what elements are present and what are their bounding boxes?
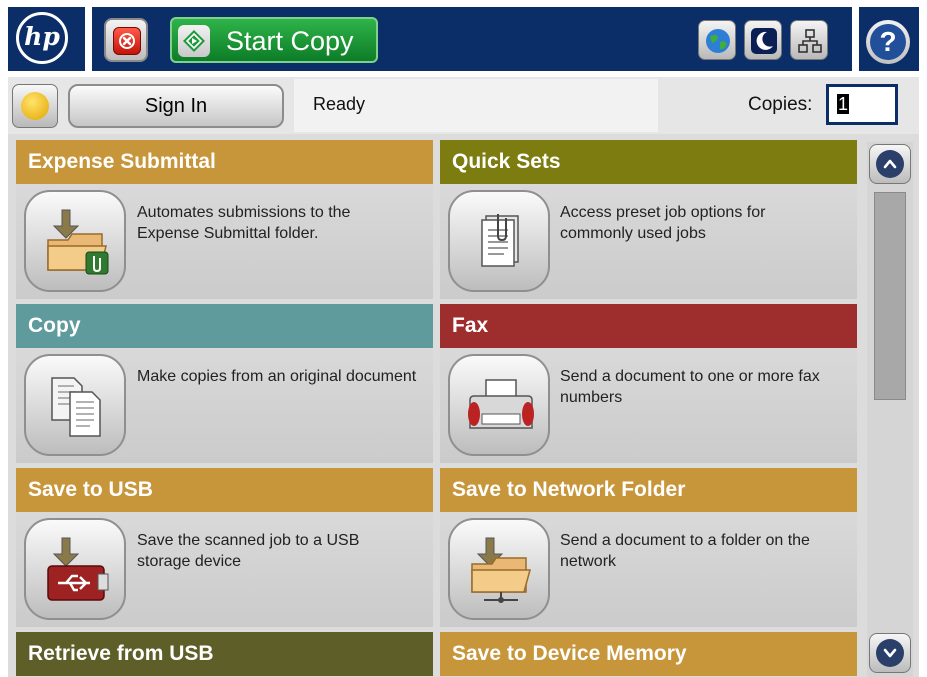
stop-icon (113, 27, 141, 55)
scrollbar-thumb[interactable] (874, 192, 906, 400)
sign-in-button[interactable]: Sign In (68, 84, 284, 128)
tile-header-quick-sets[interactable]: Quick Sets (440, 140, 857, 184)
home-icon (21, 92, 49, 120)
start-copy-button[interactable]: Start Copy (170, 17, 378, 63)
tile-description: Save the scanned job to a USB storage de… (137, 532, 360, 570)
network-folder-icon[interactable] (448, 518, 550, 620)
tile-header-save-to-network-folder[interactable]: Save to Network Folder (440, 468, 857, 512)
usb-icon[interactable] (24, 518, 126, 620)
tile-description: Automates submissions to the Expense Sub… (137, 204, 351, 242)
tile-description: Send a document to one or more fax numbe… (560, 368, 820, 406)
fax-icon[interactable] (448, 354, 550, 456)
scroll-up-button[interactable] (869, 144, 911, 184)
divider (85, 7, 92, 71)
tile-description: Access preset job options for commonly u… (560, 204, 766, 242)
sleep-button[interactable] (744, 20, 782, 60)
network-button[interactable] (790, 20, 828, 60)
copy-icon[interactable] (24, 354, 126, 456)
start-copy-label: Start Copy (226, 26, 354, 56)
divider (852, 7, 859, 71)
document-icon[interactable] (448, 190, 550, 292)
stop-button[interactable] (104, 18, 148, 62)
status-text: Ready (313, 94, 366, 114)
scroll-down-icon (876, 639, 904, 667)
tile-header-fax[interactable]: Fax (440, 304, 857, 348)
tile-header-expense-submittal[interactable]: Expense Submittal (16, 140, 433, 184)
home-button[interactable] (12, 84, 58, 128)
network-icon (798, 29, 822, 53)
copies-label: Copies: (748, 94, 813, 115)
tile-description: Make copies from an original document (137, 368, 417, 385)
scroll-up-icon (876, 150, 904, 178)
tile-header-save-to-usb[interactable]: Save to USB (16, 468, 433, 512)
tile-header-save-to-device-memory[interactable]: Save to Device Memory (440, 632, 857, 676)
folder-clip-icon[interactable] (24, 190, 126, 292)
scroll-down-button[interactable] (869, 633, 911, 673)
help-icon: ? (870, 24, 906, 60)
help-button[interactable]: ? (866, 20, 910, 64)
tile-description: Send a document to a folder on the netwo… (560, 532, 810, 570)
tile-header-retrieve-from-usb[interactable]: Retrieve from USB (16, 632, 433, 676)
start-diamond-icon (178, 25, 210, 57)
globe-icon (706, 29, 730, 53)
language-button[interactable] (698, 20, 736, 60)
hp-logo: hp (16, 12, 68, 64)
copies-input[interactable]: 1 (826, 84, 898, 125)
sleep-moon-icon (751, 28, 777, 54)
tile-header-copy[interactable]: Copy (16, 304, 433, 348)
